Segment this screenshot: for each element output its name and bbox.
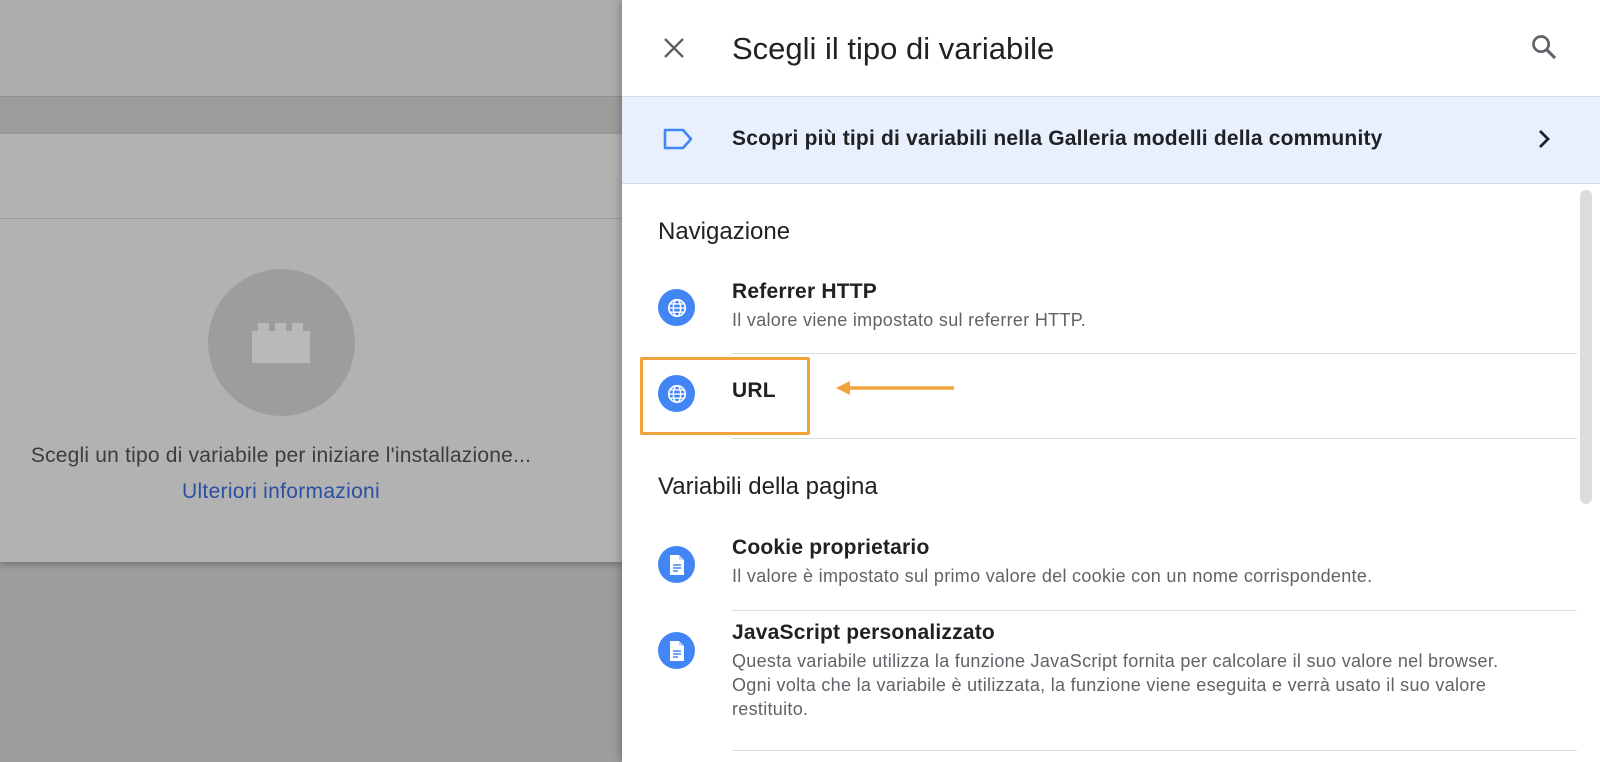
variable-type-description: Questa variabile utilizza la funzione Ja… xyxy=(732,651,1499,719)
tag-icon xyxy=(663,128,693,150)
search-button[interactable] xyxy=(1525,28,1563,66)
globe-icon xyxy=(658,289,695,326)
variable-type-name: Referrer HTTP xyxy=(732,280,877,303)
close-button[interactable] xyxy=(656,30,692,66)
puzzle-block-icon xyxy=(252,323,310,363)
variable-type-name: Cookie proprietario xyxy=(732,536,930,559)
variable-type-referrer-http[interactable]: Referrer HTTP Il valore viene impostato … xyxy=(622,270,1577,354)
section-heading-navigation: Navigazione xyxy=(658,218,791,245)
empty-state-circle xyxy=(208,269,355,416)
variable-type-panel: Scegli il tipo di variabile Scopri più t… xyxy=(622,0,1600,762)
variable-type-name: JavaScript personalizzato xyxy=(732,621,995,644)
section-heading-page-variables: Variabili della pagina xyxy=(658,473,878,500)
panel-title: Scegli il tipo di variabile xyxy=(732,31,1055,66)
gallery-banner-label: Scopri più tipi di variabili nella Galle… xyxy=(732,127,1383,150)
learn-more-link[interactable]: Ulteriori informazioni xyxy=(0,480,562,504)
background-card-header xyxy=(0,134,622,219)
community-gallery-banner[interactable]: Scopri più tipi di variabili nella Galle… xyxy=(622,97,1600,184)
variable-type-list[interactable]: Navigazione Referrer HTTP Il valore vien… xyxy=(622,184,1577,762)
panel-header: Scegli il tipo di variabile xyxy=(622,0,1600,97)
empty-state-message: Scegli un tipo di variabile per iniziare… xyxy=(30,444,532,467)
divider xyxy=(732,750,1577,751)
divider xyxy=(732,438,1577,439)
variable-type-description: Il valore è impostato sul primo valore d… xyxy=(732,566,1373,586)
background-toolbar xyxy=(0,0,622,97)
arrow-left-icon xyxy=(836,381,954,395)
document-icon xyxy=(658,546,695,583)
variable-type-custom-javascript[interactable]: JavaScript personalizzato Questa variabi… xyxy=(622,611,1577,751)
background-config-card: Scegli un tipo di variabile per iniziare… xyxy=(0,134,622,562)
highlight-box xyxy=(640,357,810,435)
document-icon xyxy=(658,632,695,669)
search-icon xyxy=(1532,35,1557,60)
scrollbar-thumb[interactable] xyxy=(1580,190,1592,504)
chevron-right-icon xyxy=(1539,130,1550,148)
background-overlay[interactable]: Scegli un tipo di variabile per iniziare… xyxy=(0,0,622,762)
variable-type-first-party-cookie[interactable]: Cookie proprietario Il valore è impostat… xyxy=(622,526,1577,611)
variable-type-description: Il valore viene impostato sul referrer H… xyxy=(732,310,1086,330)
close-icon xyxy=(664,38,684,58)
